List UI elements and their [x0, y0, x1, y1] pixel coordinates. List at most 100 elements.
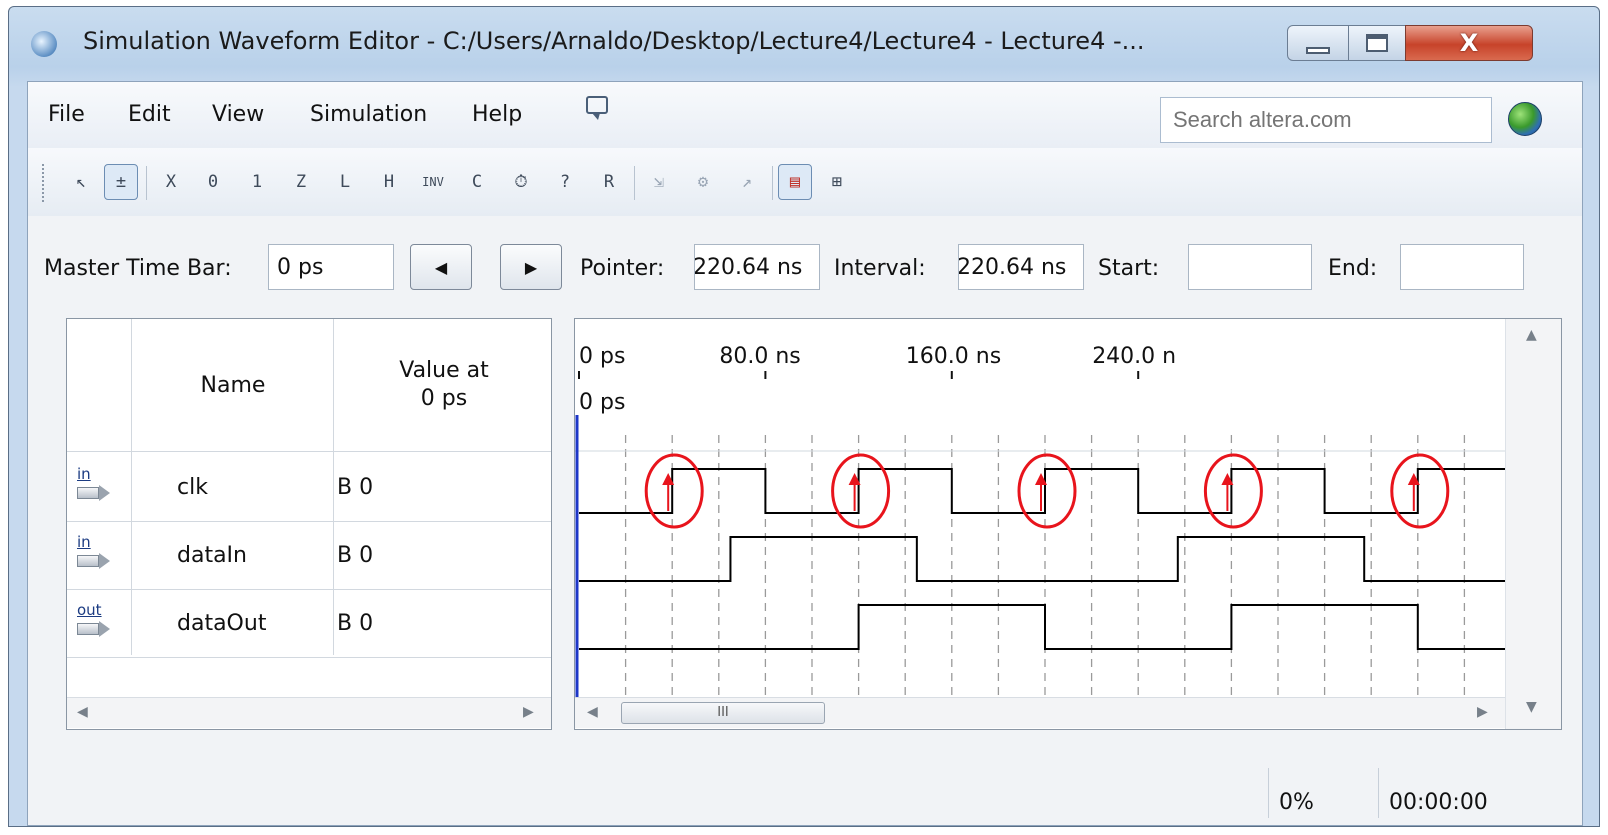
forcing-unknown-icon[interactable]: X: [154, 164, 188, 200]
previous-transition-button[interactable]: ◀: [410, 244, 472, 290]
toolbar-grip[interactable]: [42, 164, 48, 202]
toolbar-separator: [146, 166, 147, 200]
forcing-high-icon[interactable]: 1: [240, 164, 274, 200]
maximize-button[interactable]: [1348, 25, 1406, 61]
rising-edge-highlight-circle: [1017, 453, 1077, 529]
count-value-icon[interactable]: C: [460, 164, 494, 200]
signal-list-pane: Name Value at 0 ps in clk B 0 in dataIn …: [66, 318, 552, 730]
simulation-waveform-editor-window: Simulation Waveform Editor - C:/Users/Ar…: [8, 6, 1600, 827]
window-title: Simulation Waveform Editor - C:/Users/Ar…: [83, 27, 1145, 55]
time-scale-label: 0 ps: [579, 344, 625, 369]
value-header-line1: Value at: [399, 358, 489, 383]
search-input[interactable]: [1161, 98, 1491, 142]
feedback-icon[interactable]: [586, 96, 608, 120]
signal-name: clk: [177, 475, 208, 500]
minimize-icon: [1306, 46, 1330, 54]
header-divider: [67, 451, 551, 452]
close-icon: X: [1459, 29, 1479, 57]
value-header-line2: 0 ps: [420, 386, 468, 411]
menu-simulation[interactable]: Simulation: [310, 102, 427, 127]
scroll-left-icon[interactable]: ◀: [587, 704, 598, 720]
time-scale-label: 160.0 ns: [906, 344, 1001, 369]
scroll-left-icon[interactable]: ◀: [77, 704, 88, 720]
invert-icon[interactable]: INV: [416, 164, 450, 200]
title-bar[interactable]: Simulation Waveform Editor - C:/Users/Ar…: [9, 7, 1599, 81]
column-divider: [131, 319, 132, 655]
menu-help[interactable]: Help: [472, 102, 522, 127]
waveform-datain: [579, 536, 1505, 582]
waveform-dataout: [579, 604, 1505, 650]
waveform-hscrollbar[interactable]: ◀ III ▶: [575, 697, 1505, 728]
input-pin-icon: in: [77, 535, 113, 575]
row-divider: [67, 589, 551, 590]
scroll-thumb[interactable]: III: [621, 702, 825, 724]
random-values-icon[interactable]: R: [592, 164, 626, 200]
snap-to-grid-icon[interactable]: ⇲: [642, 164, 676, 200]
value-column-header[interactable]: Value at 0 ps: [335, 357, 553, 413]
time-scale-label: 240.0 n: [1092, 344, 1176, 369]
io-direction-label: in: [77, 533, 91, 551]
time-scale-label: 80.0 ns: [719, 344, 800, 369]
grid-setting-icon[interactable]: ⚙: [686, 164, 720, 200]
rising-edge-highlight-circle: [1203, 453, 1263, 529]
toolbar-separator: [772, 166, 773, 200]
menu-view[interactable]: View: [212, 102, 264, 127]
close-button[interactable]: X: [1405, 25, 1533, 61]
next-transition-button[interactable]: ▶: [500, 244, 562, 290]
scroll-right-icon[interactable]: ▶: [1477, 704, 1488, 720]
high-impedance-icon[interactable]: Z: [284, 164, 318, 200]
timing-simulation-icon[interactable]: ▤: [778, 164, 812, 200]
quartus-app-icon: [31, 31, 57, 57]
row-divider: [67, 657, 551, 658]
globe-icon[interactable]: [1508, 102, 1542, 136]
maximize-icon: [1366, 34, 1388, 52]
signal-value: B 0: [337, 543, 374, 568]
overwrite-clock-icon[interactable]: ⏱: [504, 164, 538, 200]
pointer-label: Pointer:: [580, 256, 665, 281]
rising-edge-highlight-circle: [831, 453, 891, 529]
status-bar: 0% 00:00:00: [28, 750, 1582, 826]
start-field[interactable]: [1188, 244, 1312, 290]
zoom-tool-icon[interactable]: ±: [104, 164, 138, 200]
menu-edit[interactable]: Edit: [128, 102, 171, 127]
rising-edge-highlight-circle: [1390, 453, 1450, 529]
waveform-canvas[interactable]: 0 ps 80.0 ns 160.0 ns 240.0 n 0 ps: [575, 319, 1505, 697]
scroll-grip: III: [717, 705, 729, 720]
waveform-pane[interactable]: 0 ps 80.0 ns 160.0 ns 240.0 n 0 ps ◀ III ▶ ▲…: [574, 318, 1562, 730]
weak-low-icon[interactable]: L: [328, 164, 362, 200]
start-label: Start:: [1098, 256, 1160, 281]
output-pin-icon: out: [77, 603, 113, 643]
time-bar-controls: Master Time Bar: 0 ps ◀ ▶ Pointer: 220.6…: [28, 216, 1582, 306]
signal-name: dataOut: [177, 611, 267, 636]
menu-file[interactable]: File: [48, 102, 85, 127]
name-column-header[interactable]: Name: [133, 373, 333, 398]
edge-icon[interactable]: ↗: [730, 164, 764, 200]
search-box[interactable]: [1160, 97, 1492, 143]
master-time-bar-field[interactable]: 0 ps: [268, 244, 394, 290]
input-pin-icon: in: [77, 467, 113, 507]
waveform-toolbar: ↖ ± X 0 1 Z L H INV C ⏱ ? R ⇲ ⚙ ↗ ▤ ⊞: [28, 148, 1582, 217]
arbitrary-value-icon[interactable]: ?: [548, 164, 582, 200]
column-divider: [333, 319, 334, 655]
forcing-low-icon[interactable]: 0: [196, 164, 230, 200]
node-finder-icon[interactable]: ⊞: [820, 164, 854, 200]
selection-tool-icon[interactable]: ↖: [64, 164, 98, 200]
signal-value: B 0: [337, 475, 374, 500]
end-field[interactable]: [1400, 244, 1524, 290]
row-divider: [67, 521, 551, 522]
scroll-up-icon[interactable]: ▲: [1526, 327, 1537, 343]
scroll-down-icon[interactable]: ▼: [1526, 699, 1537, 715]
minimize-button[interactable]: [1287, 25, 1349, 61]
waveform-vscrollbar[interactable]: ▲ ▼: [1505, 319, 1561, 729]
weak-high-icon[interactable]: H: [372, 164, 406, 200]
scroll-right-icon[interactable]: ▶: [523, 704, 534, 720]
right-arrow-icon: ▶: [524, 257, 538, 277]
rising-edge-highlight-circle: [644, 453, 704, 529]
menu-bar: File Edit View Simulation Help: [28, 82, 1582, 149]
left-arrow-icon: ◀: [434, 257, 448, 277]
signal-name: dataIn: [177, 543, 247, 568]
editor-client-area: File Edit View Simulation Help ↖ ± X 0 1…: [27, 81, 1583, 826]
interval-field[interactable]: 220.64 ns: [958, 244, 1084, 290]
signal-list-hscrollbar[interactable]: ◀ ▶: [67, 697, 551, 728]
pointer-field[interactable]: 220.64 ns: [694, 244, 820, 290]
